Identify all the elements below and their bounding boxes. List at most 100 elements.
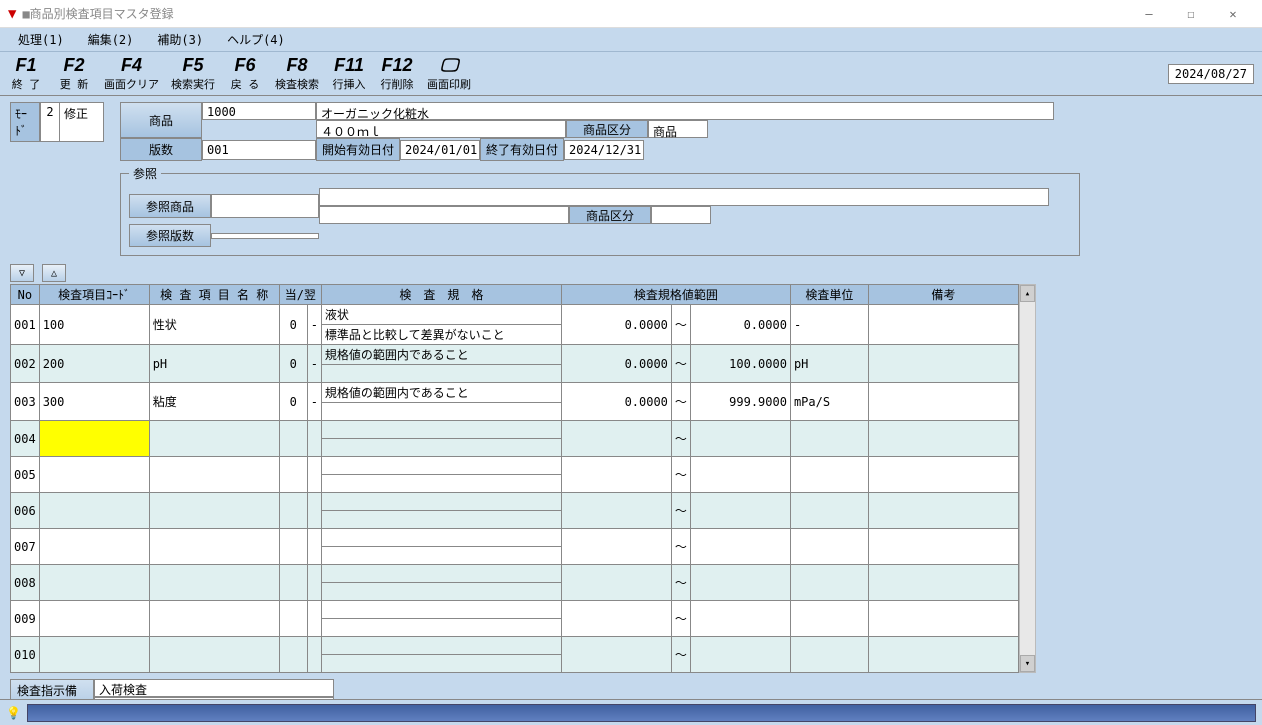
- grid-cell[interactable]: [279, 565, 307, 601]
- ref-version-button[interactable]: 参照版数: [129, 224, 211, 247]
- grid-cell[interactable]: [39, 601, 149, 637]
- ref-version-field[interactable]: [211, 233, 319, 239]
- grid-cell[interactable]: [307, 565, 321, 601]
- f12-delete-row[interactable]: F12行削除: [379, 55, 415, 92]
- grid-cell[interactable]: [868, 493, 1018, 529]
- grid-cell[interactable]: [868, 345, 1018, 383]
- menu-process[interactable]: 処理(1): [8, 29, 74, 50]
- grid-cell[interactable]: [321, 565, 561, 583]
- grid-cell[interactable]: [561, 565, 671, 601]
- ref-product-button[interactable]: 参照商品: [129, 194, 211, 218]
- grid-cell[interactable]: 0: [279, 305, 307, 345]
- grid-cell[interactable]: 003: [11, 383, 40, 421]
- grid-cell[interactable]: [279, 601, 307, 637]
- grid-cell[interactable]: [321, 511, 561, 529]
- maximize-button[interactable]: ☐: [1170, 0, 1212, 28]
- mode-value[interactable]: 2: [40, 102, 60, 142]
- grid-cell[interactable]: [868, 637, 1018, 673]
- grid-cell[interactable]: [307, 493, 321, 529]
- grid-cell[interactable]: [321, 475, 561, 493]
- grid-cell[interactable]: [39, 457, 149, 493]
- grid-cell[interactable]: [868, 383, 1018, 421]
- grid-cell[interactable]: 0.0000: [561, 305, 671, 345]
- grid-cell[interactable]: [321, 457, 561, 475]
- grid-cell[interactable]: [790, 421, 868, 457]
- grid-cell[interactable]: [307, 529, 321, 565]
- grid-cell[interactable]: [790, 457, 868, 493]
- grid-cell[interactable]: 規格値の範囲内であること: [321, 345, 561, 365]
- grid-cell[interactable]: [149, 421, 279, 457]
- grid-cell[interactable]: [790, 601, 868, 637]
- grid-cell[interactable]: [690, 637, 790, 673]
- grid-cell[interactable]: 規格値の範囲内であること: [321, 383, 561, 403]
- grid-cell[interactable]: [321, 637, 561, 655]
- grid-cell[interactable]: [321, 365, 561, 383]
- close-button[interactable]: ✕: [1212, 0, 1254, 28]
- grid-cell[interactable]: 005: [11, 457, 40, 493]
- grid-cell[interactable]: [790, 565, 868, 601]
- grid-cell[interactable]: [321, 547, 561, 565]
- grid-cell[interactable]: [690, 421, 790, 457]
- version-field[interactable]: 001: [202, 140, 316, 160]
- grid-cell[interactable]: [561, 601, 671, 637]
- product-button[interactable]: 商品: [120, 102, 202, 138]
- grid-cell[interactable]: 008: [11, 565, 40, 601]
- grid-cell[interactable]: [690, 565, 790, 601]
- grid-cell[interactable]: [790, 637, 868, 673]
- end-date-field[interactable]: 2024/12/31: [564, 140, 644, 160]
- grid-cell[interactable]: mPa/S: [790, 383, 868, 421]
- grid-cell[interactable]: 300: [39, 383, 149, 421]
- grid-cell[interactable]: [39, 493, 149, 529]
- grid-cell[interactable]: [561, 637, 671, 673]
- nav-down-button[interactable]: ▽: [10, 264, 34, 282]
- grid-cell[interactable]: [149, 565, 279, 601]
- grid-cell[interactable]: [279, 457, 307, 493]
- grid-cell[interactable]: -: [307, 345, 321, 383]
- grid-cell[interactable]: 標準品と比較して差異がないこと: [321, 325, 561, 345]
- menu-help[interactable]: ヘルプ(4): [217, 29, 295, 50]
- grid-cell[interactable]: 0.0000: [561, 345, 671, 383]
- grid-cell[interactable]: [561, 493, 671, 529]
- product-code-field[interactable]: 1000: [202, 102, 316, 120]
- grid-cell[interactable]: 100: [39, 305, 149, 345]
- grid-cell[interactable]: [868, 529, 1018, 565]
- grid-cell[interactable]: [279, 637, 307, 673]
- grid-cell[interactable]: [321, 421, 561, 439]
- print-button[interactable]: 🖵画面印刷: [427, 55, 471, 92]
- grid-cell[interactable]: [307, 421, 321, 457]
- grid-cell[interactable]: [690, 601, 790, 637]
- inspection-grid[interactable]: No検査項目ｺｰﾄﾞ検 査 項 目 名 称当/翌検 査 規 格検査規格値範囲検査…: [10, 284, 1019, 673]
- f4-clear[interactable]: F4画面クリア: [104, 55, 159, 92]
- nav-up-button[interactable]: △: [42, 264, 66, 282]
- grid-cell[interactable]: [790, 493, 868, 529]
- grid-cell[interactable]: [279, 529, 307, 565]
- grid-cell[interactable]: 006: [11, 493, 40, 529]
- grid-cell[interactable]: pH: [790, 345, 868, 383]
- grid-cell[interactable]: ～: [671, 529, 690, 565]
- grid-cell[interactable]: 性状: [149, 305, 279, 345]
- grid-cell[interactable]: [279, 421, 307, 457]
- grid-cell[interactable]: [39, 565, 149, 601]
- menu-edit[interactable]: 編集(2): [78, 29, 144, 50]
- grid-cell[interactable]: 100.0000: [690, 345, 790, 383]
- grid-cell[interactable]: [321, 493, 561, 511]
- f11-insert-row[interactable]: F11行挿入: [331, 55, 367, 92]
- grid-cell[interactable]: [690, 493, 790, 529]
- grid-cell[interactable]: ～: [671, 383, 690, 421]
- f8-inspect-search[interactable]: F8検査検索: [275, 55, 319, 92]
- grid-cell[interactable]: [321, 439, 561, 457]
- grid-cell[interactable]: ～: [671, 493, 690, 529]
- grid-cell[interactable]: 007: [11, 529, 40, 565]
- grid-cell[interactable]: [279, 493, 307, 529]
- grid-cell[interactable]: 0: [279, 383, 307, 421]
- grid-cell[interactable]: [690, 529, 790, 565]
- grid-cell[interactable]: [868, 421, 1018, 457]
- grid-cell[interactable]: [149, 637, 279, 673]
- note-line1[interactable]: 入荷検査: [94, 679, 334, 697]
- grid-cell[interactable]: 200: [39, 345, 149, 383]
- grid-cell[interactable]: [790, 529, 868, 565]
- grid-cell[interactable]: ～: [671, 637, 690, 673]
- grid-cell[interactable]: ～: [671, 565, 690, 601]
- grid-cell[interactable]: -: [790, 305, 868, 345]
- start-date-field[interactable]: 2024/01/01: [400, 140, 480, 160]
